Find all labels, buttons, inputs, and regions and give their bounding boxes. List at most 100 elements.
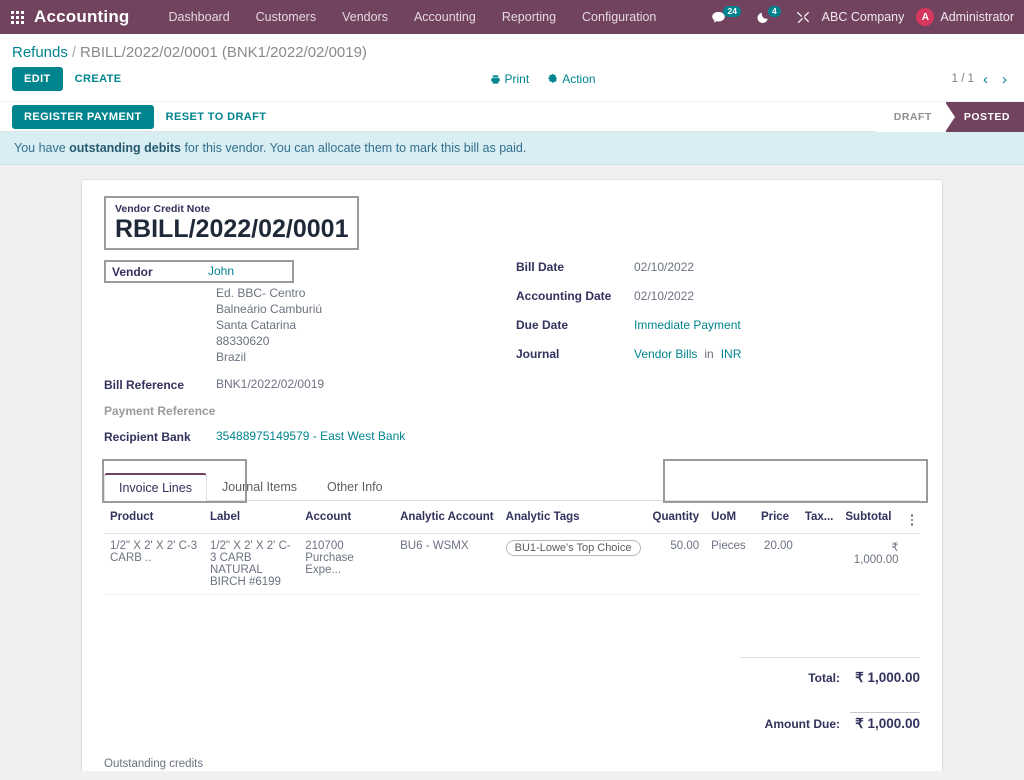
journal-field: Journal Vendor Bills in INR (516, 347, 908, 367)
company-switcher[interactable]: ABC Company (822, 10, 905, 24)
breadcrumb-root[interactable]: Refunds (12, 44, 68, 61)
outstanding-debits-alert: You have outstanding debits for this ven… (0, 132, 1024, 165)
alert-prefix: You have (14, 141, 70, 155)
menu-item-customers[interactable]: Customers (243, 4, 329, 30)
menu-item-accounting[interactable]: Accounting (401, 4, 489, 30)
user-name: Administrator (940, 10, 1014, 24)
cell-subtotal: ₹ 1,000.00 (839, 533, 905, 595)
cell-taxes[interactable] (798, 533, 840, 595)
table-row[interactable]: 1/2" X 2' X 2' C-3 CARB .. 1/2" X 2' X 2… (104, 533, 920, 595)
cell-uom[interactable]: Pieces (705, 533, 755, 595)
due-date-value[interactable]: Immediate Payment (634, 318, 741, 332)
amount-due-label: Amount Due: (764, 716, 840, 731)
total-value: ₹ 1,000.00 (855, 669, 920, 685)
menu-item-vendors[interactable]: Vendors (329, 4, 401, 30)
vendor-value[interactable]: John (208, 264, 234, 278)
column-header-product[interactable]: Product (104, 500, 204, 534)
column-options-dots (910, 514, 914, 526)
recipient-bank-field: Recipient Bank 35488975149579 - East Wes… (104, 429, 508, 449)
debug-menu[interactable] (796, 10, 810, 24)
tab-journal-items[interactable]: Journal Items (207, 473, 312, 501)
column-header-subtotal[interactable]: Subtotal (839, 500, 905, 534)
outstanding-credits-title: Outstanding credits (104, 757, 204, 770)
cell-label-line-1: 1/2" X 2' X 2' C-3 CARB (210, 539, 291, 564)
status-step-draft[interactable]: DRAFT (875, 101, 946, 132)
document-number: RBILL/2022/02/0001 (115, 215, 349, 243)
activities-menu[interactable]: 4 (756, 5, 784, 25)
apps-grid-icon[interactable] (6, 6, 28, 28)
user-menu[interactable]: A Administrator (916, 8, 1014, 26)
column-options-icon[interactable] (904, 500, 920, 534)
cell-analytic-tags[interactable]: BU1-Lowe's Top Choice (499, 533, 647, 595)
totals-block: Total: ₹ 1,000.00 Amount Due: ₹ 1,000.00 (104, 656, 920, 736)
bill-date-value: 02/10/2022 (634, 259, 695, 274)
action-button[interactable]: Action (547, 72, 596, 86)
cell-price[interactable]: 20.00 (754, 533, 799, 595)
accounting-date-value: 02/10/2022 (634, 288, 695, 303)
form-column-left: Vendor John Ed. BBC- Centro Balneário Ca… (104, 259, 508, 451)
journal-label: Journal (516, 346, 560, 361)
menu-item-configuration[interactable]: Configuration (569, 4, 669, 30)
tab-other-info[interactable]: Other Info (312, 473, 398, 501)
print-label: Print (504, 72, 530, 86)
table-header-row: Product Label Account Analytic Account A… (104, 500, 920, 534)
wrench-bug-icon (796, 11, 809, 24)
breadcrumb: Refunds / RBILL/2022/02/0001 (BNK1/2022/… (0, 34, 1024, 65)
reset-to-draft-button[interactable]: RESET TO DRAFT (154, 105, 279, 129)
column-header-analytic-account[interactable]: Analytic Account (394, 500, 500, 534)
recipient-bank-value[interactable]: 35488975149579 - East West Bank (216, 429, 405, 443)
cell-label-line-2: NATURAL BIRCH #6199 (210, 563, 281, 588)
due-date-field: Due Date Immediate Payment (516, 318, 908, 338)
messages-menu[interactable]: 24 (711, 5, 743, 25)
bill-reference-field: Bill Reference BNK1/2022/02/0019 (104, 377, 508, 397)
print-button[interactable]: Print (490, 72, 530, 86)
journal-value[interactable]: Vendor Bills (634, 347, 697, 361)
cell-quantity[interactable]: 50.00 (646, 533, 706, 595)
action-label: Action (562, 72, 596, 86)
menu-item-reporting[interactable]: Reporting (489, 4, 569, 30)
column-header-label[interactable]: Label (204, 500, 300, 534)
amount-due-row: Amount Due: ₹ 1,000.00 (740, 711, 920, 732)
cell-label[interactable]: 1/2" X 2' X 2' C-3 CARB NATURAL BIRCH #6… (204, 533, 300, 595)
cell-account[interactable]: 210700 Purchase Expe... (299, 533, 395, 595)
totals-inner: Total: ₹ 1,000.00 Amount Due: ₹ 1,000.00 (740, 656, 920, 736)
vendor-address-line-5: Brazil (216, 349, 247, 364)
pager-next-icon[interactable]: › (997, 72, 1012, 87)
control-panel: Refunds / RBILL/2022/02/0001 (BNK1/2022/… (0, 34, 1024, 132)
app-brand[interactable]: Accounting (34, 7, 130, 27)
top-navbar: Accounting Dashboard Customers Vendors A… (0, 0, 1024, 34)
journal-in-label: in (704, 346, 714, 361)
edit-button[interactable]: EDIT (12, 67, 63, 91)
breadcrumb-separator: / (71, 44, 77, 61)
bill-date-field: Bill Date 02/10/2022 (516, 260, 908, 280)
create-button[interactable]: CREATE (63, 67, 134, 91)
accounting-date-field: Accounting Date 02/10/2022 (516, 289, 908, 309)
payment-reference-label: Payment Reference (104, 403, 216, 418)
column-header-account[interactable]: Account (299, 500, 395, 534)
form-columns: Vendor John Ed. BBC- Centro Balneário Ca… (104, 259, 920, 451)
record-sheet: Vendor Credit Note RBILL/2022/02/0001 Ve… (81, 179, 943, 771)
control-panel-center: Print Action (133, 72, 951, 86)
column-header-price[interactable]: Price (754, 500, 799, 534)
printer-icon (490, 74, 500, 84)
vendor-field[interactable]: Vendor John (104, 259, 294, 283)
column-header-analytic-tags[interactable]: Analytic Tags (499, 500, 647, 534)
document-type-label: Vendor Credit Note (115, 203, 211, 215)
vendor-address-line-4: 88330620 (216, 333, 270, 348)
pager-value: 1 / 1 (951, 73, 974, 85)
journal-currency[interactable]: INR (721, 347, 742, 361)
register-payment-button[interactable]: REGISTER PAYMENT (12, 104, 154, 129)
menu-item-dashboard[interactable]: Dashboard (156, 4, 243, 30)
tab-invoice-lines[interactable]: Invoice Lines (104, 472, 207, 501)
status-step-posted[interactable]: POSTED (944, 101, 1024, 132)
pager-previous-icon[interactable]: ‹ (978, 72, 993, 87)
cell-row-options[interactable] (904, 533, 920, 595)
column-header-taxes[interactable]: Tax... (798, 500, 840, 534)
column-header-uom[interactable]: UoM (705, 500, 755, 534)
bill-reference-value: BNK1/2022/02/0019 (216, 376, 325, 391)
notebook-tabs: Invoice Lines Journal Items Other Info (104, 472, 920, 501)
cell-analytic-account[interactable]: BU6 - WSMX (394, 533, 500, 595)
cell-product[interactable]: 1/2" X 2' X 2' C-3 CARB .. (104, 533, 204, 595)
column-header-quantity[interactable]: Quantity (646, 500, 706, 534)
vendor-address-line-2: Balneário Camburiú (216, 301, 323, 316)
